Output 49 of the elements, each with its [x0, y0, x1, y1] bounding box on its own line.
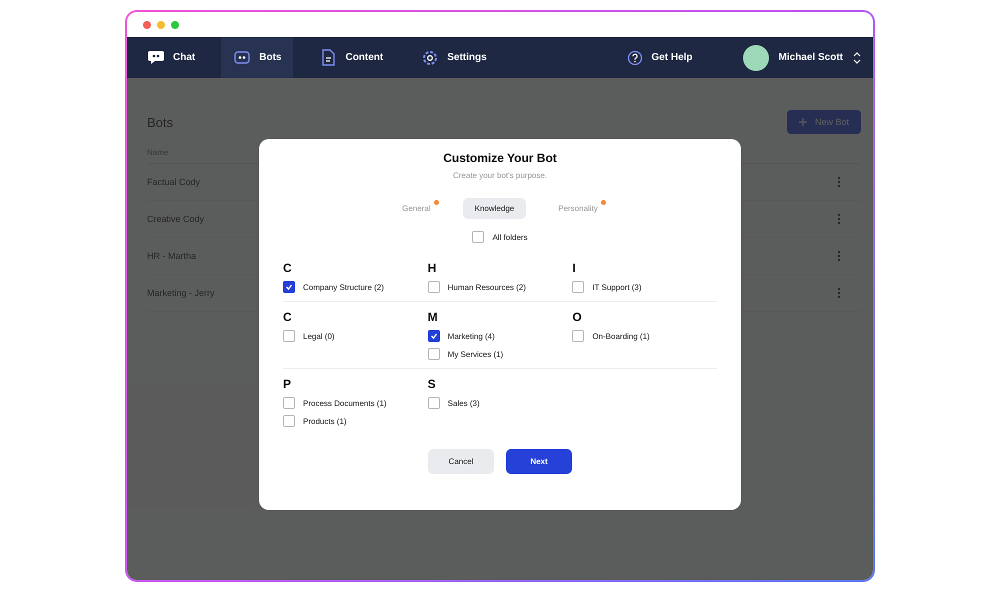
group-letter: C — [283, 261, 293, 275]
checkbox-label: On-Boarding (1) — [592, 332, 650, 340]
checkbox-label: IT Support (3) — [592, 282, 642, 292]
checkmark-icon — [285, 283, 293, 291]
speech-bubble-icon — [147, 48, 165, 66]
checkmark-icon — [430, 332, 438, 340]
tab[interactable]: Knowledge — [462, 198, 526, 219]
checkbox-label: Legal (0) — [303, 332, 335, 340]
checkbox-label: Products (1) — [303, 416, 347, 426]
help-icon — [627, 50, 644, 66]
group-letter: S — [428, 377, 437, 391]
help-link[interactable]: Get Help — [621, 48, 699, 66]
robot-icon — [233, 48, 252, 66]
checkbox-label: My Services (1) — [448, 350, 504, 358]
checkbox-label: Process Documents (1) — [303, 398, 387, 408]
chevron-up-down-icon[interactable] — [853, 52, 861, 64]
checkbox[interactable] — [428, 281, 440, 293]
group-letter: I — [572, 261, 577, 275]
dialog-title: Customize Your Bot — [443, 151, 557, 165]
group-letter: M — [428, 310, 439, 324]
cancel-button[interactable]: Cancel — [428, 449, 494, 474]
gear-icon — [421, 48, 440, 66]
checkbox-label: All folders — [492, 232, 528, 242]
group-letter: O — [572, 310, 583, 324]
nav-tab[interactable]: Chat — [135, 37, 208, 78]
avatar — [742, 44, 769, 70]
nav-tab[interactable]: Bots — [221, 37, 294, 78]
checkbox[interactable] — [283, 415, 295, 427]
next-button[interactable]: Next — [506, 449, 572, 474]
checkbox[interactable] — [428, 348, 440, 360]
checkbox[interactable] — [572, 281, 584, 293]
group-letter: P — [283, 377, 292, 391]
user-name: Michael Scott — [778, 52, 843, 63]
nav-tab[interactable]: Content — [307, 37, 396, 78]
checkbox[interactable] — [283, 281, 295, 293]
checkbox[interactable] — [428, 397, 440, 409]
checkbox[interactable] — [283, 330, 295, 342]
checkbox-label: Human Resources (2) — [448, 282, 526, 292]
checkbox[interactable] — [283, 397, 295, 409]
checkbox-label: Sales (3) — [448, 398, 480, 408]
checkbox[interactable] — [572, 330, 584, 342]
checkbox[interactable] — [472, 231, 484, 243]
checkbox-label: Marketing (4) — [448, 332, 495, 340]
group-letter: H — [428, 261, 438, 275]
dialog-subtitle: Create your bot's purpose. — [452, 171, 548, 180]
checkbox[interactable] — [428, 330, 440, 342]
checkbox-label: Company Structure (2) — [303, 282, 384, 292]
nav-tab[interactable]: Settings — [409, 37, 499, 78]
group-letter: C — [283, 310, 293, 324]
